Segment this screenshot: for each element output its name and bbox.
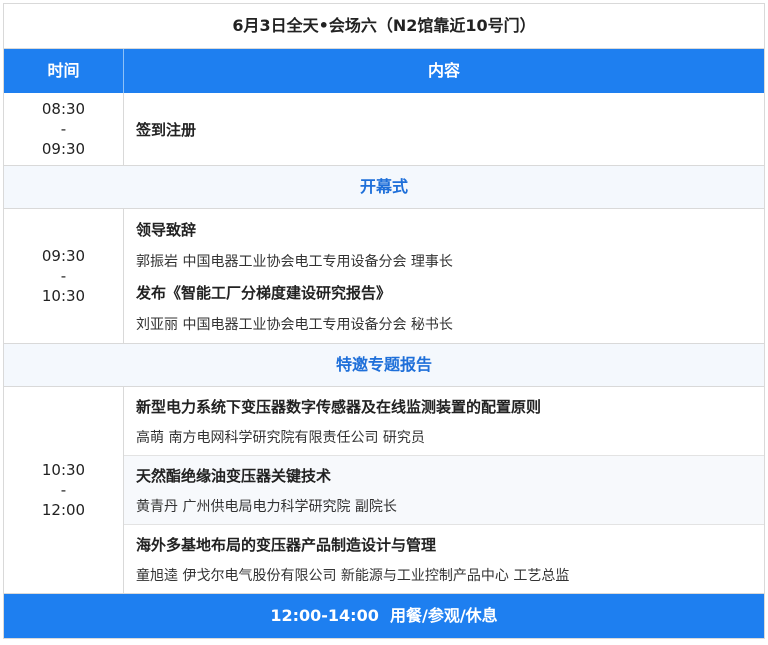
opening-item-speaker: 刘亚丽 中国电器工业协会电工专用设备分会 秘书长 bbox=[136, 316, 453, 333]
table-header: 时间 内容 bbox=[4, 49, 764, 93]
reports-row: 10:30 - 12:00 新型电力系统下变压器数字传感器及在线监测装置的配置原… bbox=[4, 387, 764, 594]
registration-row: 08:30 - 09:30 签到注册 bbox=[4, 93, 764, 166]
report-title: 新型电力系统下变压器数字传感器及在线监测装置的配置原则 bbox=[136, 397, 542, 416]
report-title: 海外多基地布局的变压器产品制造设计与管理 bbox=[136, 535, 437, 554]
registration-content: 签到注册 bbox=[124, 93, 764, 165]
report-speaker: 童旭逵 伊戈尔电气股份有限公司 新能源与工业控制产品中心 工艺总监 bbox=[136, 567, 570, 584]
report-item: 海外多基地布局的变压器产品制造设计与管理 童旭逵 伊戈尔电气股份有限公司 新能源… bbox=[124, 525, 764, 593]
opening-item-title: 领导致辞 bbox=[136, 220, 197, 239]
schedule-table: 6月3日全天•会场六（N2馆靠近10号门） 时间 内容 08:30 - 09:3… bbox=[3, 3, 765, 639]
opening-item-speaker: 郭振岩 中国电器工业协会电工专用设备分会 理事长 bbox=[136, 253, 453, 270]
time-sep: - bbox=[60, 481, 67, 499]
opening-row: 09:30 - 10:30 领导致辞 郭振岩 中国电器工业协会电工专用设备分会 … bbox=[4, 209, 764, 344]
time-start: 09:30 bbox=[41, 247, 86, 265]
report-item: 天然酯绝缘油变压器关键技术 黄青丹 广州供电局电力科学研究院 副院长 bbox=[124, 456, 764, 525]
time-sep: - bbox=[60, 267, 67, 285]
schedule-title: 6月3日全天•会场六（N2馆靠近10号门） bbox=[4, 4, 764, 49]
time-end: 10:30 bbox=[41, 287, 86, 305]
report-speaker: 高萌 南方电网科学研究院有限责任公司 研究员 bbox=[136, 429, 425, 446]
time-sep: - bbox=[60, 120, 67, 138]
reports-time: 10:30 - 12:00 bbox=[4, 387, 124, 593]
header-time: 时间 bbox=[4, 49, 124, 93]
time-end: 12:00 bbox=[41, 501, 86, 519]
report-item: 新型电力系统下变压器数字传感器及在线监测装置的配置原则 高萌 南方电网科学研究院… bbox=[124, 387, 764, 456]
registration-time: 08:30 - 09:30 bbox=[4, 93, 124, 165]
report-title: 天然酯绝缘油变压器关键技术 bbox=[136, 466, 332, 485]
opening-content: 领导致辞 郭振岩 中国电器工业协会电工专用设备分会 理事长 发布《智能工厂分梯度… bbox=[124, 209, 764, 343]
break-bar: 12:00-14:00 用餐/参观/休息 bbox=[4, 594, 764, 638]
time-start: 10:30 bbox=[41, 461, 86, 479]
report-speaker: 黄青丹 广州供电局电力科学研究院 副院长 bbox=[136, 498, 397, 515]
opening-item-title: 发布《智能工厂分梯度建设研究报告》 bbox=[136, 283, 392, 302]
time-end: 09:30 bbox=[41, 140, 86, 158]
time-start: 08:30 bbox=[41, 100, 86, 118]
section-opening: 开幕式 bbox=[4, 166, 764, 209]
section-reports: 特邀专题报告 bbox=[4, 344, 764, 387]
opening-time: 09:30 - 10:30 bbox=[4, 209, 124, 343]
reports-content: 新型电力系统下变压器数字传感器及在线监测装置的配置原则 高萌 南方电网科学研究院… bbox=[124, 387, 764, 593]
registration-label: 签到注册 bbox=[136, 120, 197, 139]
header-content: 内容 bbox=[427, 61, 460, 80]
